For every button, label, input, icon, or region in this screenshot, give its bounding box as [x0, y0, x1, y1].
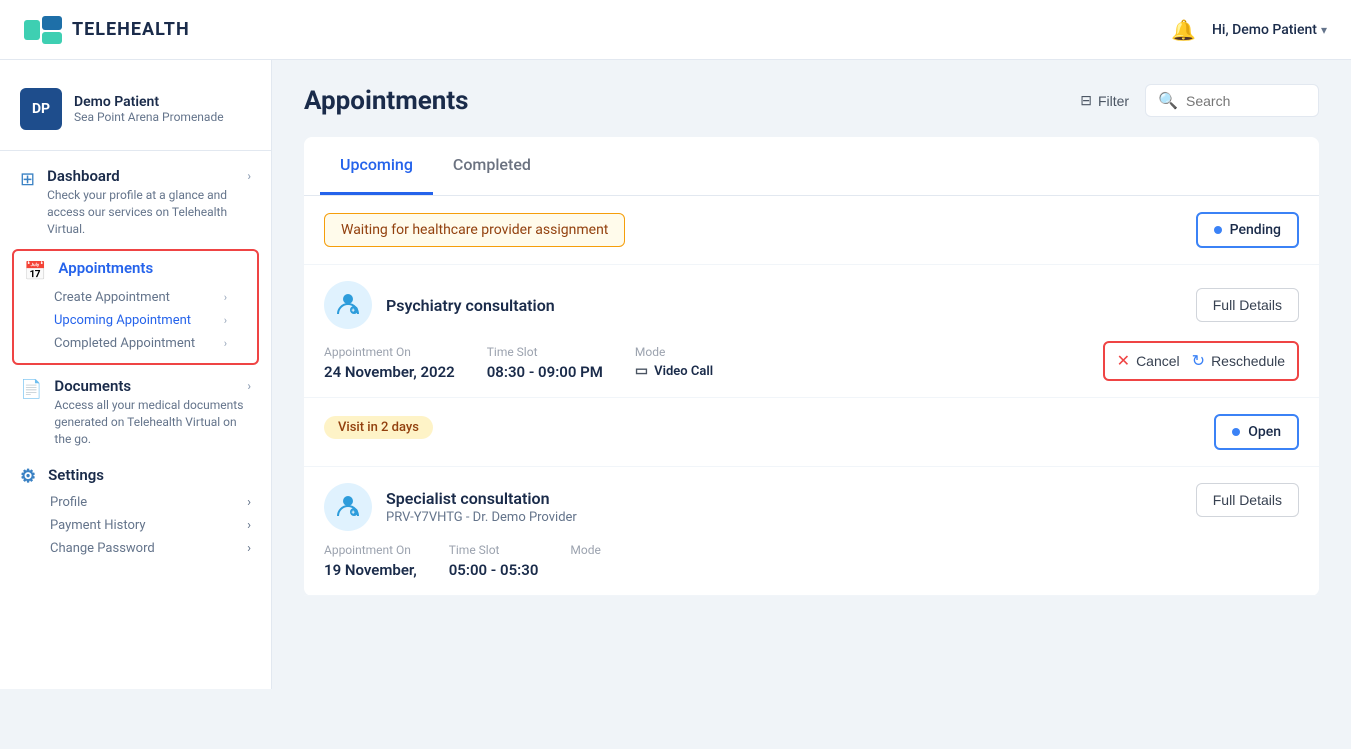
- search-icon: 🔍: [1158, 91, 1178, 110]
- time-slot-label: Time Slot: [487, 345, 603, 359]
- appointment-card-1: + Psychiatry consultation Full Details A…: [304, 265, 1319, 398]
- appt-2-name: Specialist consultation: [386, 489, 577, 508]
- user-address: Sea Point Arena Promenade: [74, 110, 224, 124]
- settings-icon: ⚙: [20, 466, 36, 487]
- upcoming-appt-chevron: ›: [224, 314, 227, 327]
- filter-button[interactable]: ⊟ Filter: [1080, 92, 1129, 109]
- sidebar-sub-completed-appointment[interactable]: Completed Appointment ›: [54, 332, 247, 355]
- appt-1-mode: ▭ Video Call: [635, 363, 713, 379]
- tabs-container: Upcoming Completed: [304, 137, 1319, 196]
- documents-chevron: ›: [247, 379, 251, 393]
- sidebar-sub-payment-history[interactable]: Payment History ›: [50, 514, 251, 537]
- appt-1-icon: +: [324, 281, 372, 329]
- dashboard-chevron: ›: [247, 169, 251, 183]
- appt-2-on-label: Appointment On: [324, 543, 417, 557]
- video-icon: ▭: [635, 363, 648, 379]
- sidebar-item-appointments[interactable]: 📅 Appointments Create Appointment › Upco…: [12, 249, 259, 365]
- sidebar-item-documents[interactable]: 📄 Documents › Access all your medical do…: [0, 369, 271, 455]
- completed-appt-chevron: ›: [224, 337, 227, 350]
- full-details-button-2[interactable]: Full Details: [1196, 483, 1299, 517]
- appt-1-name: Psychiatry consultation: [386, 296, 555, 315]
- appt-2-icon: +: [324, 483, 372, 531]
- logo-icon: [24, 16, 62, 44]
- appt-2-date: 19 November,: [324, 561, 417, 579]
- dashboard-label: Dashboard: [47, 167, 120, 185]
- sidebar-sub-profile[interactable]: Profile ›: [50, 491, 251, 514]
- password-chevron: ›: [247, 541, 251, 556]
- full-details-button-1[interactable]: Full Details: [1196, 288, 1299, 322]
- logo-container[interactable]: TELEHEALTH: [24, 16, 190, 44]
- main-content: Appointments ⊟ Filter 🔍 Upcoming Compl: [272, 60, 1351, 689]
- appt-1-date: 24 November, 2022: [324, 363, 455, 381]
- chevron-down-icon: ▾: [1321, 23, 1327, 37]
- sidebar: DP Demo Patient Sea Point Arena Promenad…: [0, 60, 272, 689]
- payment-chevron: ›: [247, 518, 251, 533]
- documents-label: Documents: [54, 377, 131, 395]
- pending-badge: Pending: [1196, 212, 1299, 248]
- alert-message: Waiting for healthcare provider assignme…: [324, 213, 625, 247]
- mode-label: Mode: [635, 345, 713, 359]
- appointment-card-2: + Specialist consultation PRV-Y7VHTG - D…: [304, 467, 1319, 596]
- main-layout: DP Demo Patient Sea Point Arena Promenad…: [0, 60, 1351, 689]
- sidebar-item-dashboard[interactable]: ⊞ Dashboard › Check your profile at a gl…: [0, 159, 271, 245]
- appt-2-time-label: Time Slot: [449, 543, 539, 557]
- search-container: 🔍: [1145, 84, 1319, 117]
- appointments-label: Appointments: [58, 259, 153, 277]
- appointment-2-alert-row: Visit in 2 days Open: [304, 398, 1319, 467]
- appt-1-info: Appointment On 24 November, 2022 Time Sl…: [324, 345, 713, 381]
- appt-2-time: 05:00 - 05:30: [449, 561, 539, 579]
- page-title: Appointments: [304, 86, 469, 116]
- doctor-icon: +: [333, 290, 363, 320]
- appointments-sub-items: Create Appointment › Upcoming Appointmen…: [54, 286, 247, 355]
- create-appt-chevron: ›: [224, 291, 227, 304]
- open-badge: Open: [1214, 414, 1299, 450]
- appt-2-provider: PRV-Y7VHTG - Dr. Demo Provider: [386, 510, 577, 525]
- tab-upcoming[interactable]: Upcoming: [320, 137, 433, 195]
- reschedule-button[interactable]: ↻ Reschedule: [1192, 351, 1285, 371]
- appointments-list: Waiting for healthcare provider assignme…: [304, 196, 1319, 596]
- visit-badge: Visit in 2 days: [324, 416, 433, 439]
- documents-icon: 📄: [20, 379, 42, 400]
- appt-2-info: Appointment On 19 November, Time Slot 05…: [324, 543, 1299, 579]
- cancel-button[interactable]: ✕ Cancel: [1117, 351, 1180, 371]
- settings-sub-items: Profile › Payment History › Change Passw…: [50, 491, 251, 560]
- sidebar-sub-create-appointment[interactable]: Create Appointment ›: [54, 286, 247, 309]
- header-right: 🔔 Hi, Demo Patient ▾: [1171, 18, 1327, 42]
- profile-chevron: ›: [247, 495, 251, 510]
- appt-1-time: 08:30 - 09:00 PM: [487, 363, 603, 381]
- reschedule-icon: ↻: [1192, 351, 1205, 371]
- appt-1-actions: ✕ Cancel ↻ Reschedule: [1103, 341, 1299, 381]
- appt-on-label: Appointment On: [324, 345, 455, 359]
- documents-desc: Access all your medical documents genera…: [54, 397, 251, 447]
- filter-icon: ⊟: [1080, 92, 1092, 109]
- user-greeting[interactable]: Hi, Demo Patient ▾: [1212, 22, 1327, 38]
- cancel-icon: ✕: [1117, 351, 1130, 371]
- tab-completed[interactable]: Completed: [433, 137, 551, 195]
- search-input[interactable]: [1186, 93, 1306, 109]
- sidebar-sub-upcoming-appointment[interactable]: Upcoming Appointment ›: [54, 309, 247, 332]
- settings-label: Settings: [48, 466, 104, 484]
- header-actions: ⊟ Filter 🔍: [1080, 84, 1319, 117]
- app-name: TELEHEALTH: [72, 19, 190, 40]
- avatar: DP: [20, 88, 62, 130]
- user-info: Demo Patient Sea Point Arena Promenade: [74, 94, 224, 124]
- appt-2-mode-label: Mode: [570, 543, 600, 557]
- user-name: Demo Patient: [74, 94, 224, 110]
- open-dot: [1232, 428, 1240, 436]
- specialist-icon: +: [333, 492, 363, 522]
- bell-icon[interactable]: 🔔: [1171, 18, 1196, 42]
- page-header: Appointments ⊟ Filter 🔍: [304, 84, 1319, 117]
- appointment-alert-row: Waiting for healthcare provider assignme…: [304, 196, 1319, 265]
- pending-dot: [1214, 226, 1222, 234]
- sidebar-item-settings[interactable]: ⚙ Settings Profile › Payment History › C…: [0, 456, 271, 568]
- app-header: TELEHEALTH 🔔 Hi, Demo Patient ▾: [0, 0, 1351, 60]
- dashboard-desc: Check your profile at a glance and acces…: [47, 187, 251, 237]
- sidebar-sub-change-password[interactable]: Change Password ›: [50, 537, 251, 560]
- dashboard-icon: ⊞: [20, 169, 35, 190]
- tabs: Upcoming Completed: [304, 137, 1319, 195]
- user-profile: DP Demo Patient Sea Point Arena Promenad…: [0, 76, 271, 151]
- appointments-icon: 📅: [24, 261, 46, 282]
